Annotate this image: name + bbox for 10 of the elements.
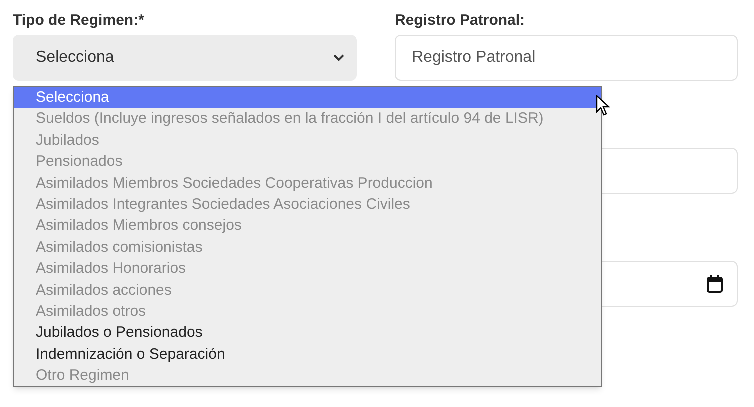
chevron-down-icon bbox=[333, 54, 345, 62]
field-label: Registro Patronal: bbox=[395, 11, 526, 31]
input-field[interactable]: Registro Patronal bbox=[395, 35, 738, 81]
mouse-cursor-icon bbox=[596, 95, 610, 116]
field-label: Tipo de Regimen:* bbox=[13, 11, 146, 31]
dropdown-option[interactable]: Selecciona bbox=[14, 87, 601, 108]
calendar-icon[interactable] bbox=[707, 275, 723, 293]
dropdown-option[interactable]: Indemnización o Separación bbox=[14, 344, 601, 366]
regimen-select[interactable]: Selecciona bbox=[13, 35, 357, 81]
dropdown-option[interactable]: Jubilados o Pensionados bbox=[14, 322, 601, 344]
